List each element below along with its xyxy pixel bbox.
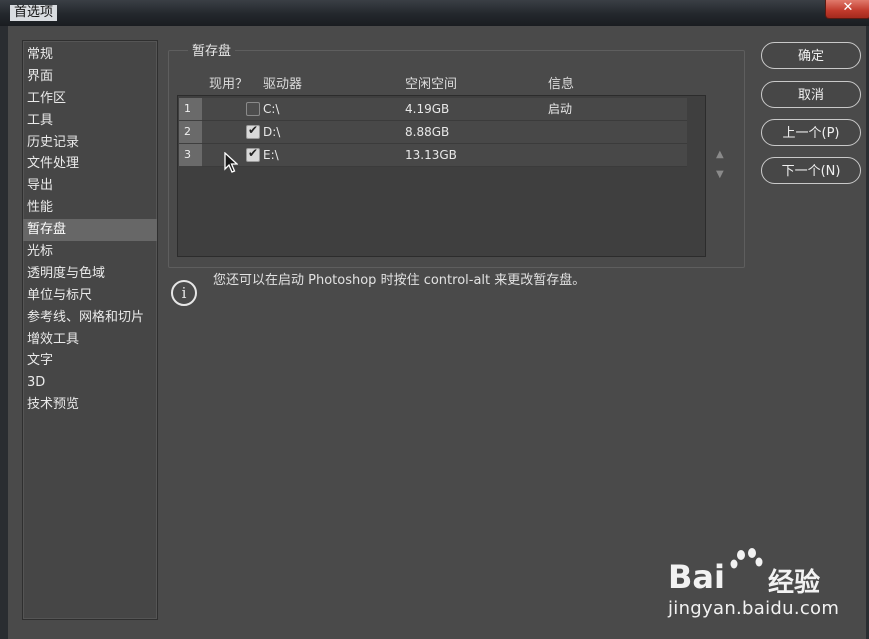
window-frame-left bbox=[0, 26, 8, 639]
watermark-url: jingyan.baidu.com bbox=[668, 598, 840, 619]
sidebar-item[interactable]: 文件处理 bbox=[23, 153, 157, 175]
next-button[interactable]: 下一个(N) bbox=[761, 157, 861, 184]
column-header-free-space: 空闲空间 bbox=[405, 77, 458, 92]
active-checkbox[interactable]: ✔ bbox=[246, 146, 260, 162]
cancel-button[interactable]: 取消 bbox=[761, 81, 861, 108]
sidebar-item[interactable]: 历史记录 bbox=[23, 132, 157, 154]
sidebar-item[interactable]: 3D bbox=[23, 372, 157, 394]
sidebar-item[interactable]: 增效工具 bbox=[23, 329, 157, 351]
watermark-brand-cn: 经验 bbox=[768, 568, 821, 598]
cell-free: 4.19GB bbox=[405, 102, 450, 116]
cell-drive: D:\ bbox=[263, 125, 281, 139]
table-row[interactable]: 1 C:\ 4.19GB 启动 bbox=[178, 98, 687, 121]
scratch-disk-table: 1 C:\ 4.19GB 启动 2 ✔ D:\ 8.88GB 3 ✔ E:\ 13.13GB bbox=[177, 95, 706, 257]
row-body: ✔ E:\ 13.13GB bbox=[202, 144, 687, 167]
close-button[interactable]: ✕ bbox=[825, 0, 869, 19]
triangle-up-icon[interactable]: ▲ bbox=[716, 149, 724, 160]
sidebar-item[interactable]: 参考线、网格和切片 bbox=[23, 307, 157, 329]
sidebar-list: 常规 界面 工作区 工具 历史记录 文件处理 导出 性能 暂存盘 光标 透明度与色域 单位与标尺 参考线… bbox=[23, 44, 157, 416]
previous-button[interactable]: 上一个(P) bbox=[761, 119, 861, 146]
sidebar-item[interactable]: 技术预览 bbox=[23, 394, 157, 416]
scratch-disk-group-title: 暂存盘 bbox=[188, 40, 236, 59]
row-body: ✔ D:\ 8.88GB bbox=[202, 121, 687, 144]
cell-free: 8.88GB bbox=[405, 125, 450, 139]
sidebar-item[interactable]: 性能 bbox=[23, 197, 157, 219]
watermark-brand: Bai bbox=[668, 558, 725, 596]
sidebar-item[interactable]: 界面 bbox=[23, 66, 157, 88]
active-checkbox[interactable]: ✔ bbox=[246, 123, 260, 139]
window-title: 首选项 bbox=[10, 5, 58, 21]
column-header-active: 现用？ bbox=[209, 77, 249, 92]
column-header-info: 信息 bbox=[548, 77, 575, 92]
cell-drive: E:\ bbox=[263, 148, 279, 162]
sidebar-item[interactable]: 光标 bbox=[23, 241, 157, 263]
info-icon: i bbox=[171, 280, 197, 306]
checkmark-icon: ✔ bbox=[247, 146, 259, 160]
title-bar: 首选项 ✕ bbox=[0, 0, 869, 26]
sidebar-item[interactable]: 透明度与色域 bbox=[23, 263, 157, 285]
triangle-down-icon[interactable]: ▼ bbox=[716, 169, 724, 180]
sidebar-item[interactable]: 工具 bbox=[23, 110, 157, 132]
row-number: 1 bbox=[179, 98, 202, 120]
mouse-cursor-icon bbox=[224, 152, 238, 173]
sidebar-item[interactable]: 常规 bbox=[23, 44, 157, 66]
active-checkbox[interactable] bbox=[246, 102, 260, 116]
cell-drive: C:\ bbox=[263, 102, 280, 116]
row-number: 2 bbox=[179, 121, 202, 143]
cell-info: 启动 bbox=[548, 102, 573, 116]
row-number: 3 bbox=[179, 144, 202, 166]
row-body: C:\ 4.19GB 启动 bbox=[202, 98, 687, 121]
info-note: 您还可以在启动 Photoshop 时按住 control-alt 来更改暂存盘… bbox=[213, 273, 586, 288]
cell-free: 13.13GB bbox=[405, 148, 457, 162]
table-row[interactable]: 2 ✔ D:\ 8.88GB bbox=[178, 121, 687, 144]
preferences-sidebar: 常规 界面 工作区 工具 历史记录 文件处理 导出 性能 暂存盘 光标 透明度与色域 单位与标尺 参考线… bbox=[22, 40, 158, 620]
table-row[interactable]: 3 ✔ E:\ 13.13GB bbox=[178, 144, 687, 167]
sidebar-item[interactable]: 单位与标尺 bbox=[23, 285, 157, 307]
sidebar-item[interactable]: 暂存盘 bbox=[23, 219, 157, 242]
checkmark-icon: ✔ bbox=[247, 123, 259, 137]
column-header-drive: 驱动器 bbox=[263, 77, 303, 92]
sidebar-item[interactable]: 工作区 bbox=[23, 88, 157, 110]
sidebar-item[interactable]: 导出 bbox=[23, 175, 157, 197]
ok-button[interactable]: 确定 bbox=[761, 42, 861, 69]
sidebar-item[interactable]: 文字 bbox=[23, 350, 157, 372]
